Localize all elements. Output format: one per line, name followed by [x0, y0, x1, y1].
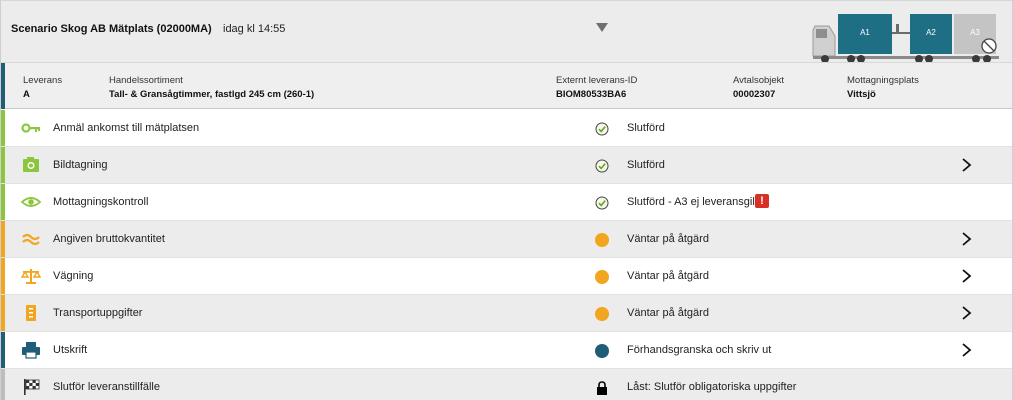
key-icon: [21, 123, 40, 133]
chevron-right-icon[interactable]: [959, 305, 973, 321]
task-row-mottagningskontroll[interactable]: Mottagningskontroll Slutförd - A3 ej lev…: [1, 184, 1012, 221]
task-row-bruttokvantitet[interactable]: Angiven bruttokvantitet Väntar på åtgärd: [1, 221, 1012, 258]
document-icon: [26, 305, 36, 321]
status-stripe: [1, 221, 5, 257]
status-stripe: [1, 332, 5, 368]
chevron-right-icon[interactable]: [959, 231, 973, 247]
check-icon: [595, 122, 609, 136]
checkered-flag-icon: [24, 379, 40, 395]
task-label: Angiven bruttokvantitet: [53, 233, 165, 245]
task-status: Slutförd - A3 ej leveransgill: [627, 196, 758, 208]
task-label: Bildtagning: [53, 159, 108, 171]
info-dot-icon: [595, 344, 609, 358]
task-status: Slutförd: [627, 159, 665, 171]
status-stripe: [1, 258, 5, 294]
alert-icon: !: [755, 194, 769, 208]
task-status: Slutförd: [627, 122, 665, 134]
camera-icon: [23, 157, 39, 172]
field-externt-id: Externt leverans-ID BIOM80533BA6: [556, 75, 638, 100]
status-stripe: [1, 369, 5, 400]
task-row-vagning[interactable]: Vägning Väntar på åtgärd: [1, 258, 1012, 295]
task-row-bildtagning[interactable]: Bildtagning Slutförd: [1, 147, 1012, 184]
task-row-slutfor[interactable]: Slutför leveranstillfälle Låst: Slutför …: [1, 369, 1012, 400]
approx-icon: [22, 233, 40, 246]
info-accent-bar: [1, 63, 5, 109]
task-label: Mottagningskontroll: [53, 196, 149, 208]
lock-icon: [597, 381, 607, 395]
check-icon: [595, 196, 609, 210]
field-handelssortiment: Handelssortiment Tall- & Gransågtimmer, …: [109, 75, 315, 100]
chevron-right-icon[interactable]: [959, 268, 973, 284]
truck-icon: A1 A2 A3: [811, 12, 1001, 64]
delivery-info: Leverans A Handelssortiment Tall- & Gran…: [1, 62, 1012, 109]
pending-dot-icon: [595, 233, 609, 247]
task-status: Låst: Slutför obligatoriska uppgifter: [627, 381, 797, 393]
svg-text:A3: A3: [970, 28, 980, 37]
status-stripe: [1, 110, 5, 146]
status-stripe: [1, 295, 5, 331]
task-label: Transportuppgifter: [53, 307, 143, 319]
task-row-transportuppgifter[interactable]: Transportuppgifter Väntar på åtgärd: [1, 295, 1012, 332]
task-label: Anmäl ankomst till mätplatsen: [53, 122, 200, 134]
chevron-right-icon[interactable]: [959, 342, 973, 358]
scale-icon: [21, 269, 41, 284]
task-list: Anmäl ankomst till mätplatsen Slutförd B…: [1, 110, 1012, 400]
task-label: Slutför leveranstillfälle: [53, 381, 160, 393]
status-stripe: [1, 147, 5, 183]
svg-text:A1: A1: [860, 28, 870, 37]
eye-icon: [21, 197, 41, 207]
svg-text:A2: A2: [926, 28, 936, 37]
pending-dot-icon: [595, 270, 609, 284]
chevron-down-icon[interactable]: [596, 23, 608, 32]
task-status: Förhandsgranska och skriv ut: [627, 344, 772, 356]
task-label: Utskrift: [53, 344, 88, 356]
chevron-right-icon[interactable]: [959, 157, 973, 173]
site-title: Scenario Skog AB Mätplats (02000MA): [11, 23, 212, 35]
task-row-anmal-ankomst[interactable]: Anmäl ankomst till mätplatsen Slutförd: [1, 110, 1012, 147]
task-label: Vägning: [53, 270, 94, 282]
delivery-workflow-app: Scenario Skog AB Mätplats (02000MA) idag…: [0, 0, 1013, 400]
task-status: Väntar på åtgärd: [627, 307, 709, 319]
pending-dot-icon: [595, 307, 609, 321]
timestamp: idag kl 14:55: [223, 23, 286, 35]
task-status: Väntar på åtgärd: [627, 233, 709, 245]
field-leverans: Leverans A: [23, 75, 63, 100]
printer-icon: [22, 342, 40, 359]
task-row-utskrift[interactable]: Utskrift Förhandsgranska och skriv ut: [1, 332, 1012, 369]
field-avtalsobjekt: Avtalsobjekt 00002307: [733, 75, 785, 100]
task-status: Väntar på åtgärd: [627, 270, 709, 282]
check-icon: [595, 159, 609, 173]
field-mottagningsplats: Mottagningsplats Vittsjö: [847, 75, 919, 100]
header-bar: Scenario Skog AB Mätplats (02000MA) idag…: [1, 0, 1012, 64]
status-stripe: [1, 184, 5, 220]
